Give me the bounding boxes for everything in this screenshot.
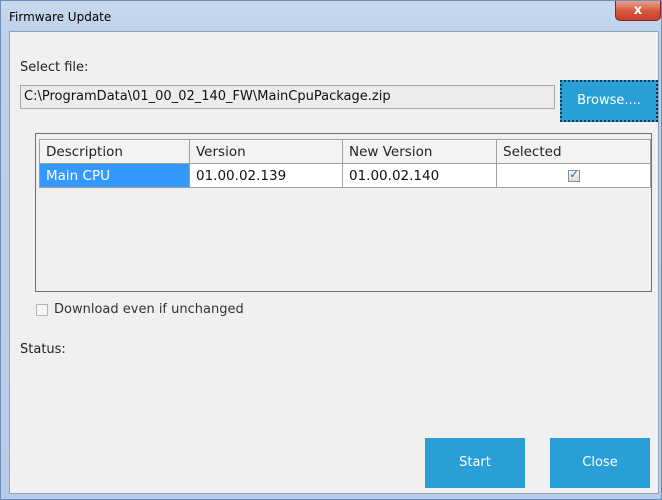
start-button[interactable]: Start xyxy=(425,438,525,488)
close-button[interactable]: Close xyxy=(550,438,650,488)
select-file-label: Select file: xyxy=(20,60,89,75)
column-header-selected[interactable]: Selected xyxy=(496,139,651,164)
cell-description[interactable]: Main CPU xyxy=(39,163,190,188)
download-unchanged-checkbox[interactable] xyxy=(36,303,48,316)
cell-version[interactable]: 01.00.02.139 xyxy=(189,163,343,188)
status-label: Status: xyxy=(20,342,66,357)
title-bar: Firmware Update x xyxy=(1,1,661,31)
window-title: Firmware Update xyxy=(9,10,112,24)
close-window-icon[interactable]: x xyxy=(615,1,661,21)
column-header-version[interactable]: Version xyxy=(189,139,343,164)
table-header-row: Description Version New Version Selected xyxy=(39,139,651,164)
download-unchanged-option[interactable]: Download even if unchanged xyxy=(36,302,244,317)
column-header-new-version[interactable]: New Version xyxy=(342,139,497,164)
column-header-description[interactable]: Description xyxy=(39,139,190,164)
firmware-table: Description Version New Version Selected… xyxy=(39,139,651,188)
table-row[interactable]: Main CPU 01.00.02.139 01.00.02.140 xyxy=(39,163,651,188)
firmware-grid-panel: Description Version New Version Selected… xyxy=(35,133,652,292)
browse-button[interactable]: Browse.... xyxy=(560,80,658,122)
selected-checkbox-icon[interactable] xyxy=(567,168,580,182)
cell-new-version[interactable]: 01.00.02.140 xyxy=(342,163,497,188)
download-unchanged-label[interactable]: Download even if unchanged xyxy=(54,302,244,317)
cell-selected[interactable] xyxy=(496,163,651,188)
file-path-field[interactable]: C:\ProgramData\01_00_02_140_FW\MainCpuPa… xyxy=(20,85,555,109)
